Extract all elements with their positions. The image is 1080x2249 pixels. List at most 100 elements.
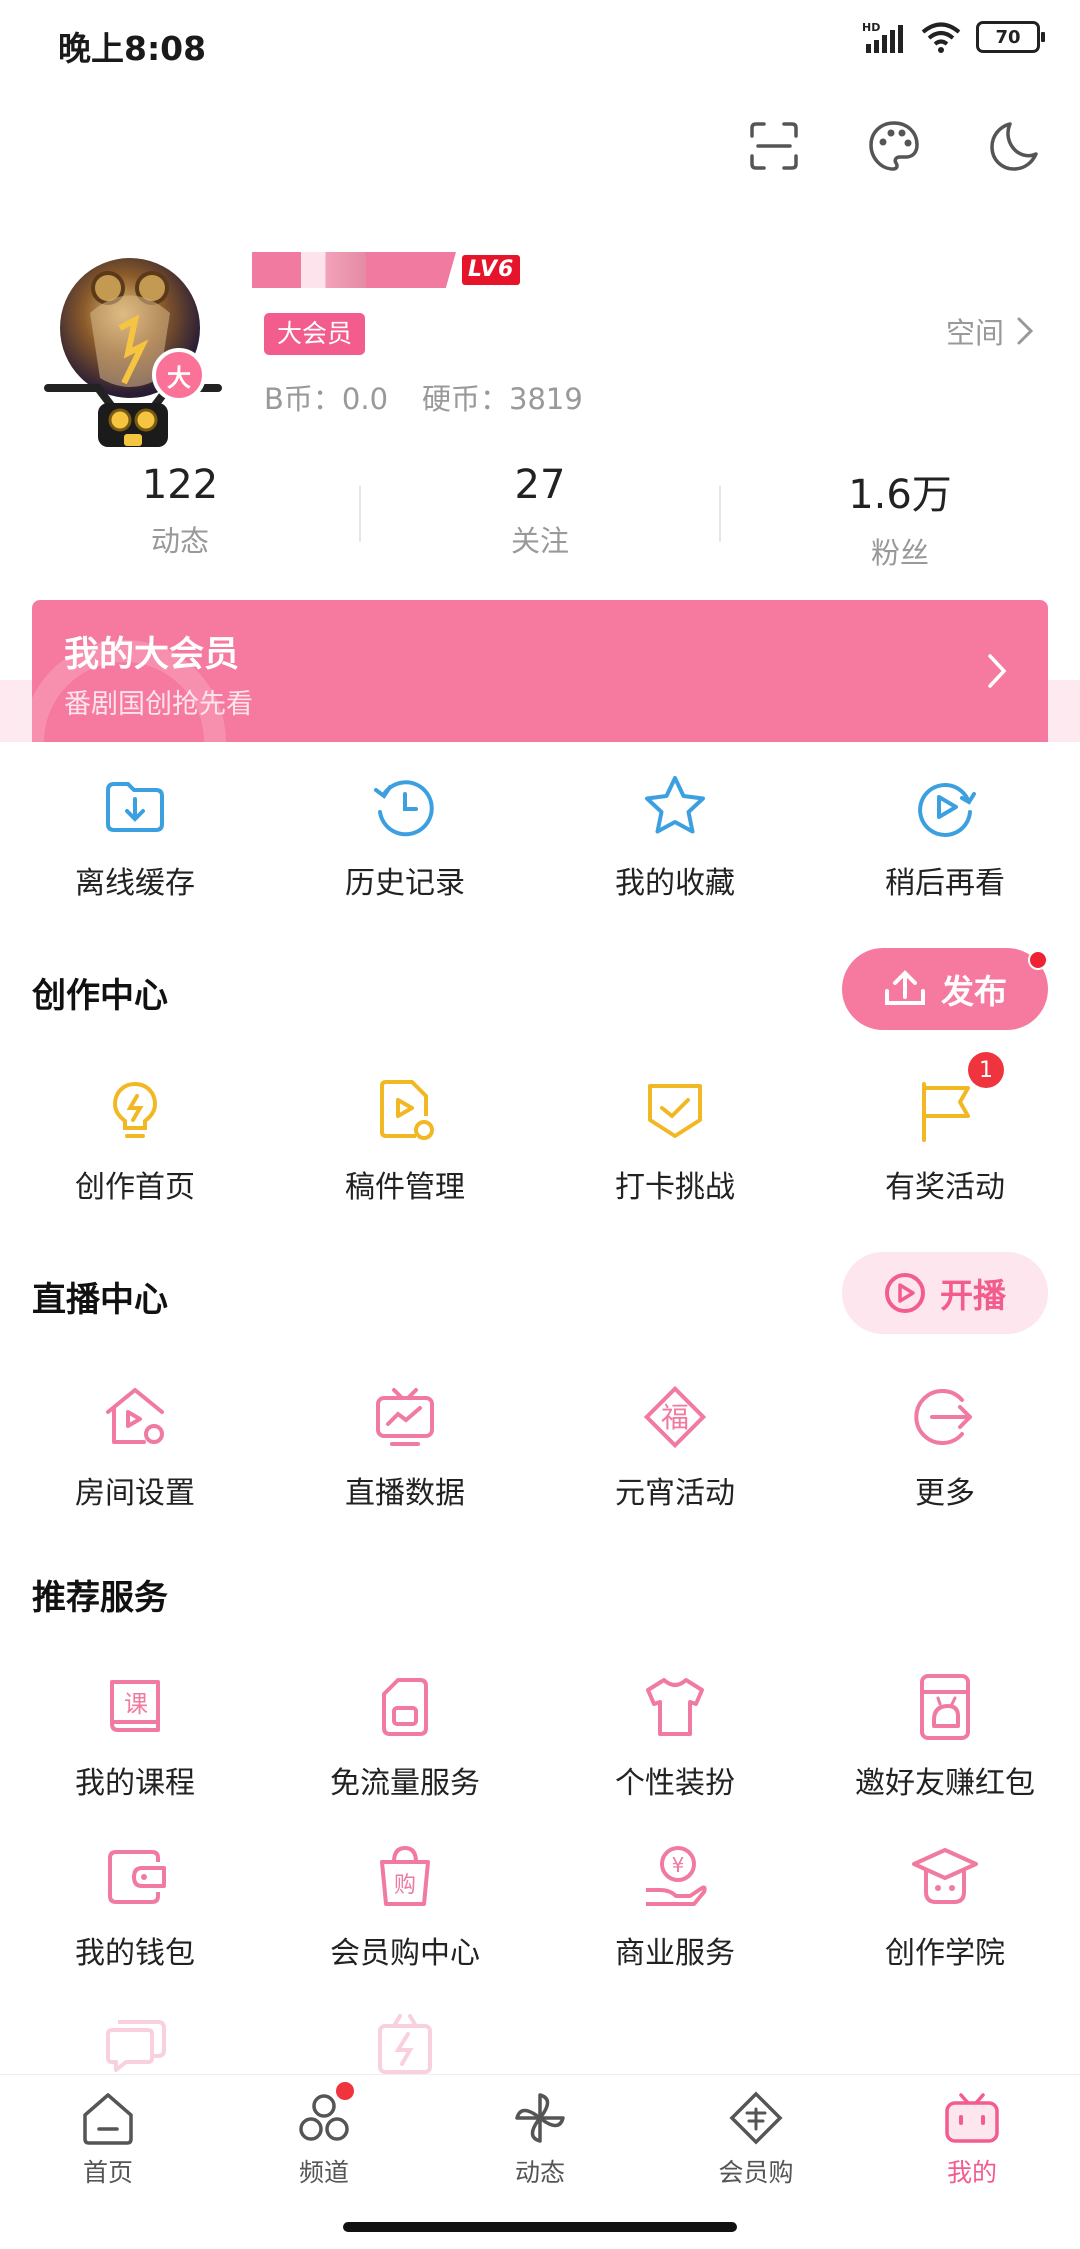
nav-label: 我的 — [946, 2158, 997, 2187]
start-live-label: 开播 — [940, 1276, 1006, 1315]
quick-history[interactable]: 历史记录 — [270, 772, 540, 902]
top-toolbar — [746, 118, 1042, 174]
live-room-settings[interactable]: 房间设置 — [0, 1382, 270, 1512]
theme-palette-icon[interactable] — [866, 118, 922, 174]
stat-following[interactable]: 27 关注 — [430, 462, 650, 560]
quick-watch-later[interactable]: 稍后再看 — [810, 772, 1080, 902]
service-dress-up[interactable]: 个性装扮 — [540, 1672, 810, 1802]
service-label: 会员购中心 — [330, 1936, 480, 1971]
signal-icon: HD — [862, 21, 903, 53]
tv-mine-icon — [945, 2093, 999, 2143]
coin-balances: B币：0.0 硬币：3819 — [264, 376, 583, 418]
creation-home[interactable]: 创作首页 — [0, 1076, 270, 1206]
pinwheel-icon — [515, 2093, 565, 2143]
live-more[interactable]: 更多 — [810, 1382, 1080, 1512]
svg-text:福: 福 — [661, 1401, 689, 1434]
manuscript-icon — [380, 1080, 434, 1140]
quick-action-label: 历史记录 — [345, 866, 465, 901]
nav-dynamics[interactable]: 动态 — [432, 2089, 648, 2189]
service-courses[interactable]: 课 我的课程 — [0, 1672, 270, 1802]
battery-indicator: 70 — [976, 21, 1045, 53]
creation-label: 有奖活动 — [885, 1170, 1005, 1205]
live-label: 房间设置 — [75, 1476, 195, 1511]
service-gift[interactable] — [270, 2010, 540, 2080]
creation-manuscript[interactable]: 稿件管理 — [270, 1076, 540, 1206]
service-invite-friends[interactable]: 邀好友赚红包 — [810, 1672, 1080, 1802]
sim-card-icon — [382, 1678, 428, 1736]
creation-rewards[interactable]: 有奖活动 — [810, 1076, 1080, 1206]
publish-label: 发布 — [941, 972, 1007, 1011]
stat-value: 1.6万 — [848, 472, 952, 518]
status-time: 晚上8:08 — [58, 29, 207, 68]
creation-checkin[interactable]: 打卡挑战 — [540, 1076, 810, 1206]
live-lantern-event[interactable]: 福 元宵活动 — [540, 1382, 810, 1512]
vip-banner-subtitle: 番剧国创抢先看 — [64, 689, 253, 720]
stat-fans[interactable]: 1.6万 粉丝 — [790, 462, 1010, 572]
live-label: 元宵活动 — [615, 1476, 735, 1511]
notification-dot — [1028, 950, 1048, 970]
star-icon — [645, 776, 705, 834]
chevron-right-icon — [988, 654, 1007, 688]
service-label: 免流量服务 — [330, 1766, 480, 1801]
publish-button[interactable]: 发布 — [842, 948, 1048, 1030]
nav-label: 频道 — [298, 2158, 349, 2187]
creation-label: 打卡挑战 — [615, 1170, 735, 1205]
section-title-live: 直播中心 — [32, 1280, 168, 1320]
nav-mine[interactable]: 我的 — [864, 2089, 1080, 2189]
history-clock-icon — [374, 780, 434, 837]
vip-tag[interactable]: 大会员 — [264, 313, 366, 355]
notification-dot — [336, 2082, 354, 2100]
start-live-button[interactable]: 开播 — [842, 1252, 1048, 1334]
creation-label: 稿件管理 — [345, 1170, 465, 1205]
live-data[interactable]: 直播数据 — [270, 1382, 540, 1512]
service-label: 商业服务 — [615, 1936, 735, 1971]
stat-value: 122 — [141, 462, 219, 508]
quick-action-label: 我的收藏 — [615, 866, 735, 901]
service-label: 创作学院 — [885, 1936, 1005, 1971]
service-business[interactable]: ¥ 商业服务 — [540, 1842, 810, 1972]
home-indicator — [343, 2222, 737, 2232]
invite-icon — [920, 1674, 970, 1740]
service-wallet[interactable]: 我的钱包 — [0, 1842, 270, 1972]
nav-mall[interactable]: 会员购 — [648, 2089, 864, 2189]
service-label: 我的课程 — [75, 1766, 195, 1801]
chat-bubbles-icon — [106, 2020, 166, 2072]
wifi-icon — [921, 22, 961, 53]
svg-text:课: 课 — [124, 1690, 148, 1718]
more-arrow-icon — [914, 1389, 972, 1445]
chevron-right-icon — [1017, 317, 1034, 345]
stat-value: 27 — [514, 462, 566, 508]
service-customer-chat[interactable] — [0, 2010, 270, 2080]
status-icons: HD 70 — [862, 20, 1045, 54]
service-label: 个性装扮 — [615, 1766, 735, 1801]
space-link[interactable]: 空间 — [946, 310, 1034, 352]
night-mode-moon-icon[interactable] — [986, 118, 1042, 174]
quick-favorites[interactable]: 我的收藏 — [540, 772, 810, 902]
stat-label: 关注 — [510, 524, 569, 558]
vip-avatar-badge: 大 — [152, 348, 206, 402]
play-circle-icon — [885, 1273, 925, 1313]
live-data-icon — [376, 1388, 434, 1446]
scan-icon[interactable] — [746, 118, 802, 174]
vip-banner-title: 我的大会员 — [64, 635, 240, 675]
count-badge: 1 — [968, 1052, 1004, 1088]
vip-banner[interactable]: 我的大会员 番剧国创抢先看 — [32, 600, 1048, 742]
watch-later-icon — [918, 782, 976, 837]
checkin-icon — [648, 1084, 702, 1138]
divider — [359, 486, 361, 542]
nav-channel[interactable]: 频道 — [216, 2089, 432, 2189]
svg-text:购: 购 — [394, 1873, 416, 1898]
quick-offline-cache[interactable]: 离线缓存 — [0, 772, 270, 902]
space-label: 空间 — [945, 316, 1004, 350]
service-academy[interactable]: 创作学院 — [810, 1842, 1080, 1972]
upload-icon — [885, 970, 925, 1005]
course-icon: 课 — [110, 1680, 160, 1732]
nav-home[interactable]: 首页 — [0, 2089, 216, 2189]
service-vip-mall[interactable]: 购 会员购中心 — [270, 1842, 540, 1972]
hard-coin-balance: 硬币：3819 — [422, 382, 583, 416]
stat-dynamics[interactable]: 122 动态 — [70, 462, 290, 560]
section-title-services: 推荐服务 — [32, 1578, 168, 1618]
home-icon — [83, 2093, 133, 2145]
service-free-data[interactable]: 免流量服务 — [270, 1672, 540, 1802]
service-label: 我的钱包 — [75, 1936, 195, 1971]
